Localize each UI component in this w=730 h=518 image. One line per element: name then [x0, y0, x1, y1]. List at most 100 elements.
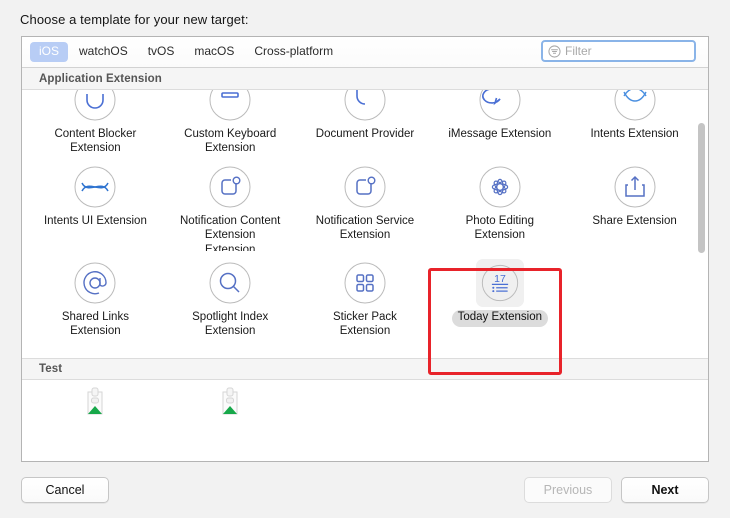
template-row-3: Shared Links Extension Spotlight Index E… [22, 251, 708, 340]
template-item-document-provider[interactable] [298, 90, 433, 124]
filter-input[interactable]: Filter [541, 40, 696, 62]
template-label: Notification Content Extension [180, 215, 281, 241]
template-item-custom-keyboard[interactable] [163, 90, 298, 124]
template-item-shared-links[interactable]: Shared Links Extension [28, 251, 163, 340]
platform-tabs: iOS watchOS tvOS macOS Cross-platform [30, 42, 342, 62]
filter-placeholder: Filter [565, 44, 592, 58]
template-item-intents-ui[interactable]: Intents UI Extension [28, 155, 163, 244]
section-header-application-extension: Application Extension [22, 68, 708, 90]
icon-holder [71, 163, 119, 211]
new-target-template-dialog: Choose a template for your new target: i… [0, 0, 730, 518]
intents-icon [614, 90, 656, 121]
scrollbar-thumb[interactable] [698, 123, 705, 253]
notification-service-icon [344, 166, 386, 208]
tab-macos[interactable]: macOS [185, 42, 243, 62]
svg-text:17: 17 [494, 273, 506, 285]
overflow-text [432, 244, 567, 251]
icon-holder [71, 90, 119, 124]
template-label: Custom Keyboard Extension [184, 128, 277, 154]
vertical-scrollbar[interactable] [697, 68, 706, 461]
filter-field-wrapper: Filter [541, 40, 696, 62]
icon-holder: 17 [475, 259, 524, 307]
overflow-text: Extension [204, 244, 256, 251]
template-label: Share Extension [592, 215, 677, 227]
template-item-spotlight-index[interactable]: Spotlight Index Extension [163, 251, 298, 340]
cancel-button[interactable]: Cancel [21, 477, 109, 503]
template-item-intents[interactable] [567, 90, 702, 124]
icon-holder [611, 163, 659, 211]
icon-holder [341, 90, 389, 124]
template-label: Content Blocker Extension [54, 128, 137, 154]
template-label: Today Extension [451, 310, 548, 327]
footer-right-buttons: Previous Next [524, 477, 709, 503]
template-item-empty-slot [298, 386, 433, 416]
document-provider-icon [344, 90, 386, 121]
intents-ui-icon [74, 166, 116, 208]
template-item-content-blocker[interactable] [28, 90, 163, 124]
platform-toolbar: iOS watchOS tvOS macOS Cross-platform Fi… [22, 37, 708, 68]
at-sign-icon [74, 262, 116, 304]
keyboard-icon [209, 90, 251, 121]
overflow-text [298, 244, 433, 251]
template-chooser-panel: iOS watchOS tvOS macOS Cross-platform Fi… [21, 36, 709, 462]
template-item-imessage[interactable] [432, 90, 567, 124]
content-blocker-icon [74, 90, 116, 121]
icon-holder [341, 163, 389, 211]
icon-holder [206, 90, 254, 124]
tab-tvos[interactable]: tvOS [139, 42, 184, 62]
notification-content-icon [209, 166, 251, 208]
template-item-share[interactable]: Share Extension [567, 155, 702, 244]
template-row-1-labels: Content Blocker Extension Custom Keyboar… [22, 124, 708, 155]
share-icon [614, 166, 656, 208]
template-item-empty-slot [567, 386, 702, 416]
template-item-notification-service[interactable]: Notification Service Extension [298, 155, 433, 244]
template-row-1 [22, 90, 708, 124]
template-item-sticker-pack[interactable]: Sticker Pack Extension [298, 251, 433, 340]
template-label: Photo Editing Extension [465, 215, 534, 241]
icon-holder [611, 90, 659, 124]
dialog-footer: Cancel Previous Next [0, 462, 730, 518]
photo-editing-icon [479, 166, 521, 208]
template-item-empty-slot [567, 251, 702, 340]
grid-squares-icon [344, 262, 386, 304]
tab-ios[interactable]: iOS [30, 42, 69, 62]
section-header-test: Test [22, 358, 708, 380]
template-row-2: Intents UI Extension Notification Conten… [22, 155, 708, 244]
tab-cross-platform[interactable]: Cross-platform [245, 42, 342, 62]
icon-holder [476, 90, 524, 124]
tab-watchos[interactable]: watchOS [70, 42, 137, 62]
magnifier-icon [209, 262, 251, 304]
row-3-spacer [22, 340, 708, 358]
icon-holder [206, 163, 254, 211]
template-item-unit-test[interactable] [28, 386, 163, 416]
filter-icon [548, 44, 561, 58]
template-label: Intents Extension [590, 128, 679, 140]
next-button[interactable]: Next [621, 477, 709, 503]
template-scroll-area[interactable]: Application Extension Content Blocker Ex… [22, 68, 708, 461]
page-title: Choose a template for your new target: [20, 12, 249, 27]
template-item-empty-slot [432, 386, 567, 416]
test-bundle-icon [87, 387, 103, 415]
today-calendar-icon: 17 [481, 264, 518, 302]
template-row-test [22, 380, 708, 416]
icon-holder [71, 259, 119, 307]
overflow-text [567, 244, 702, 251]
template-label: Document Provider [315, 128, 415, 140]
overflow-text [28, 244, 163, 251]
template-item-notification-content[interactable]: Notification Content Extension [163, 155, 298, 244]
template-label: Spotlight Index Extension [192, 311, 269, 337]
icon-holder [206, 259, 254, 307]
template-label: Intents UI Extension [43, 215, 147, 227]
icon-holder [341, 259, 389, 307]
test-bundle-icon [222, 387, 238, 415]
template-label: iMessage Extension [448, 128, 552, 140]
template-item-ui-test[interactable] [163, 386, 298, 416]
template-label-overflow-row: Extension [22, 244, 708, 251]
previous-button[interactable]: Previous [524, 477, 612, 503]
template-item-today-extension[interactable]: 17 Today Extension [432, 251, 567, 340]
template-label: Notification Service Extension [315, 215, 415, 241]
icon-holder [476, 163, 524, 211]
template-label: Sticker Pack Extension [333, 311, 397, 337]
imessage-icon [479, 90, 521, 121]
template-item-photo-editing[interactable]: Photo Editing Extension [432, 155, 567, 244]
